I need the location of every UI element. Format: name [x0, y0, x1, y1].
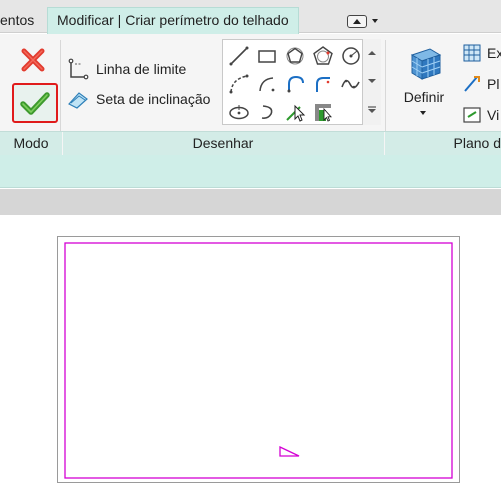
draw-tools-gallery	[222, 39, 381, 125]
reference-plane-label: Pl	[487, 76, 500, 92]
cancel-edit-mode-button[interactable]	[18, 45, 48, 75]
boundary-line-label: Linha de limite	[96, 61, 187, 77]
circle-icon[interactable]	[338, 43, 364, 69]
panel-label-modo: Modo	[13, 135, 49, 151]
work-plane-grid-icon	[410, 48, 442, 80]
pick-lines-icon[interactable]	[282, 99, 308, 125]
view-crop-region[interactable]	[57, 236, 460, 483]
boundary-line-icon	[66, 57, 90, 81]
draw-gallery-scrollbar	[362, 39, 381, 125]
finish-edit-mode-button[interactable]	[12, 83, 58, 123]
start-end-radius-arc-icon[interactable]	[226, 71, 252, 97]
center-ends-arc-icon[interactable]	[254, 71, 280, 97]
tab-previous[interactable]: entos	[0, 8, 34, 33]
show-work-plane-button[interactable]: Ex	[462, 42, 501, 64]
pick-walls-icon[interactable]	[310, 99, 336, 125]
panel-label-desenhar: Desenhar	[192, 135, 254, 151]
reference-plane-icon	[464, 76, 480, 92]
ribbon-panel-labels: Modo Desenhar Plano d	[0, 131, 501, 155]
slope-arrow-icon	[66, 87, 90, 111]
chevron-up-icon	[368, 51, 376, 55]
ribbon-tab-bar: entos Modificar | Criar perímetro do tel…	[0, 0, 501, 34]
line-icon[interactable]	[226, 43, 252, 69]
roof-footprint-sketch[interactable]	[58, 237, 461, 484]
slope-arrow-tool[interactable]: Seta de inclinação	[66, 87, 210, 111]
boundary-line-tool[interactable]: Linha de limite	[66, 57, 186, 81]
gallery-scroll-up-button[interactable]	[363, 39, 381, 67]
show-work-plane-label: Ex	[487, 45, 501, 61]
panel-label-work-plane: Plano d	[453, 135, 501, 151]
partial-ellipse-icon[interactable]	[254, 99, 280, 125]
circumscribed-polygon-icon[interactable]	[310, 43, 336, 69]
gallery-expand-button[interactable]	[363, 96, 381, 124]
gallery-scroll-down-button[interactable]	[363, 67, 381, 95]
viewer-icon	[463, 107, 481, 123]
revit-window: entos Modificar | Criar perímetro do tel…	[0, 0, 501, 488]
panel-divider	[384, 132, 385, 155]
tangent-end-arc-icon[interactable]	[282, 71, 308, 97]
show-grid-icon	[463, 44, 481, 62]
spline-icon[interactable]	[338, 71, 364, 97]
ellipse-icon[interactable]	[226, 99, 252, 125]
reference-plane-button[interactable]: Pl	[462, 73, 499, 95]
chevron-down-icon	[372, 19, 378, 23]
expand-gallery-icon	[368, 106, 376, 113]
rectangle-icon[interactable]	[254, 43, 280, 69]
ribbon-minimize-toggle[interactable]	[347, 12, 383, 30]
tab-modify-roof-footprint[interactable]: Modificar | Criar perímetro do telhado	[47, 7, 299, 34]
viewer-button[interactable]: Vi	[462, 104, 499, 126]
red-x-icon	[21, 48, 45, 72]
panel-toggle-icon	[347, 14, 367, 28]
green-check-icon	[20, 92, 50, 115]
inscribed-polygon-icon[interactable]	[282, 43, 308, 69]
options-bar	[0, 155, 501, 188]
viewer-label: Vi	[487, 107, 500, 123]
set-work-plane-label: Definir	[403, 89, 445, 105]
slope-arrow-label: Seta de inclinação	[96, 91, 211, 107]
set-work-plane-button[interactable]: Definir	[396, 39, 454, 123]
chevron-down-icon	[368, 79, 376, 83]
fillet-arc-icon[interactable]	[310, 71, 336, 97]
view-tab-strip	[0, 189, 501, 215]
chevron-down-icon	[420, 111, 426, 115]
